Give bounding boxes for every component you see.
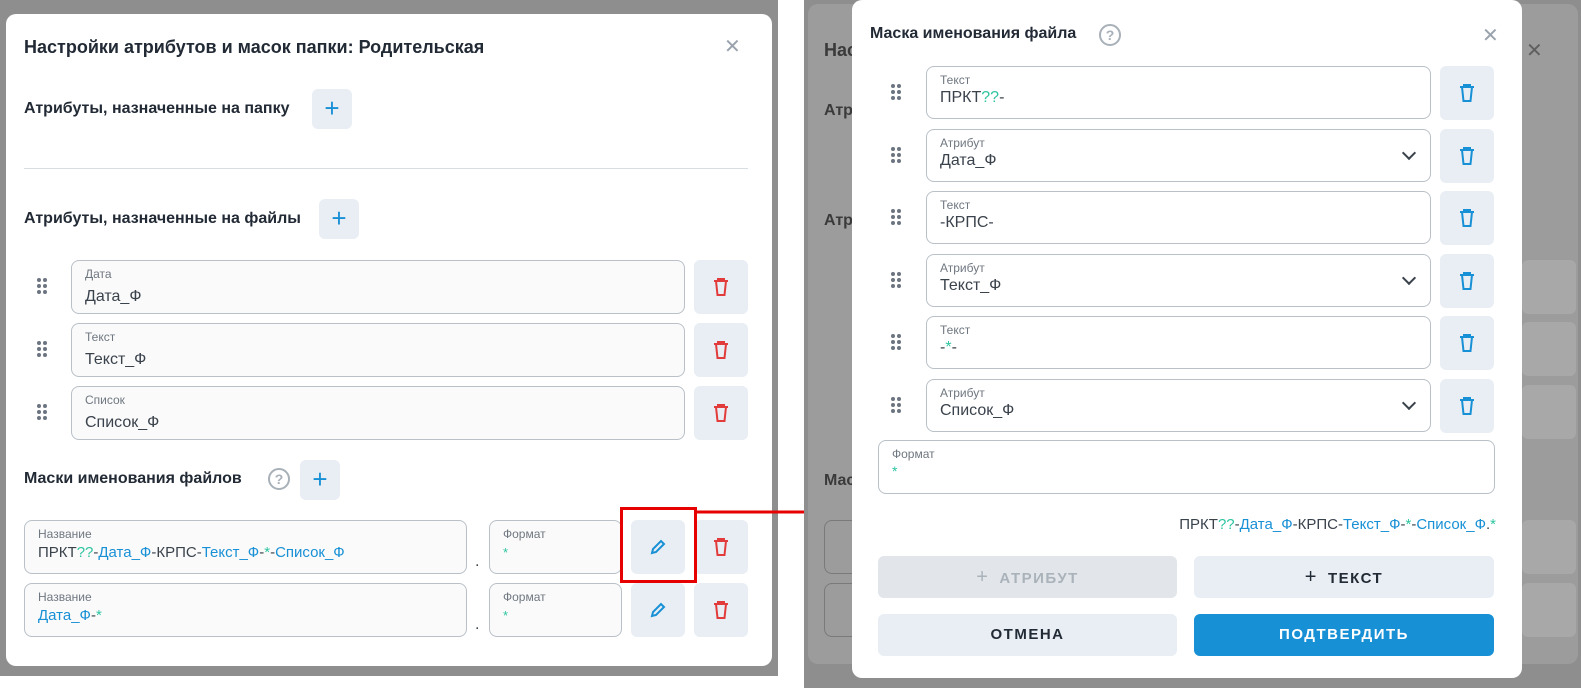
edit-mask-button[interactable] bbox=[631, 583, 685, 637]
part-value: Текст_Ф bbox=[940, 276, 1002, 294]
part-type-label: Атрибут bbox=[940, 260, 985, 275]
attr-value: Список_Ф bbox=[85, 414, 160, 431]
delete-part-button[interactable] bbox=[1440, 191, 1494, 245]
part-value: -*- bbox=[940, 339, 957, 356]
dot-separator: . bbox=[475, 553, 480, 570]
dialog-title: Настройки атрибутов и масок папки: Родит… bbox=[24, 37, 485, 57]
help-icon[interactable]: ? bbox=[1099, 24, 1121, 46]
delete-part-button[interactable] bbox=[1440, 253, 1494, 308]
delete-part-button[interactable] bbox=[1440, 316, 1494, 370]
drag-handle-icon[interactable] bbox=[890, 83, 904, 103]
add-mask-button[interactable]: + bbox=[300, 460, 340, 500]
mask-name-label: Название bbox=[38, 590, 92, 604]
chevron-down-icon[interactable] bbox=[1401, 395, 1417, 410]
mask-name-field[interactable]: Название Дата_Ф-* bbox=[24, 583, 467, 637]
help-icon[interactable]: ? bbox=[268, 468, 290, 490]
mask-part-field[interactable]: Атрибут Дата_Ф bbox=[926, 128, 1431, 182]
delete-attr-button[interactable] bbox=[694, 260, 748, 314]
mask-name-value: Дата_Ф-* bbox=[38, 607, 102, 624]
file-attr-field[interactable]: Список Список_Ф bbox=[71, 386, 685, 440]
mask-preview: ПРКТ??-Дата_Ф-КРПС-Текст_Ф-*-Список_Ф.* bbox=[1179, 516, 1496, 533]
add-attribute-button[interactable]: + АТРИБУТ bbox=[878, 556, 1177, 598]
attr-type-label: Текст bbox=[85, 330, 116, 344]
mask-format-label: Формат bbox=[503, 590, 546, 604]
attr-value: Текст_Ф bbox=[85, 351, 147, 368]
delete-mask-button[interactable] bbox=[694, 583, 748, 637]
drag-handle-icon[interactable] bbox=[36, 277, 50, 297]
drag-handle-icon[interactable] bbox=[890, 271, 904, 291]
attr-value: Дата_Ф bbox=[85, 288, 142, 305]
drag-handle-icon[interactable] bbox=[890, 146, 904, 166]
mask-part-field[interactable]: Текст -КРПС- bbox=[926, 191, 1431, 244]
chevron-down-icon[interactable] bbox=[1401, 145, 1417, 160]
part-type-label: Атрибут bbox=[940, 135, 985, 150]
part-type-label: Текст bbox=[940, 73, 971, 87]
format-field[interactable]: Формат * bbox=[878, 440, 1495, 494]
mask-format-field[interactable]: Формат * bbox=[489, 520, 622, 574]
folder-attrs-heading: Атрибуты, назначенные на папку bbox=[24, 100, 290, 117]
trash-icon bbox=[1458, 209, 1476, 232]
close-icon[interactable]: ✕ bbox=[724, 34, 741, 59]
delete-part-button[interactable] bbox=[1440, 128, 1494, 183]
trash-icon bbox=[712, 341, 730, 364]
trash-icon bbox=[712, 601, 730, 624]
file-attr-field[interactable]: Дата Дата_Ф bbox=[71, 260, 685, 314]
mask-name-field[interactable]: Название ПРКТ??-Дата_Ф-КРПС-Текст_Ф-*-Сп… bbox=[24, 520, 467, 574]
add-file-attr-button[interactable]: + bbox=[319, 199, 359, 239]
mask-format-value: * bbox=[503, 608, 509, 623]
pencil-icon bbox=[649, 602, 667, 623]
trash-icon bbox=[1458, 271, 1476, 295]
mask-name-value: ПРКТ??-Дата_Ф-КРПС-Текст_Ф-*-Список_Ф bbox=[38, 544, 345, 561]
mask-part-field[interactable]: Текст ПРКТ??- bbox=[926, 66, 1431, 119]
delete-part-button[interactable] bbox=[1440, 66, 1494, 120]
delete-attr-button[interactable] bbox=[694, 386, 748, 440]
mask-format-field[interactable]: Формат * bbox=[489, 583, 622, 637]
attr-type-label: Дата bbox=[85, 267, 112, 281]
attr-type-label: Список bbox=[85, 393, 125, 407]
trash-icon bbox=[712, 278, 730, 301]
drag-handle-icon[interactable] bbox=[36, 340, 50, 360]
delete-part-button[interactable] bbox=[1440, 378, 1494, 433]
drag-handle-icon[interactable] bbox=[890, 208, 904, 228]
trash-icon bbox=[1458, 146, 1476, 170]
drag-handle-icon[interactable] bbox=[890, 333, 904, 353]
part-type-label: Текст bbox=[940, 198, 971, 212]
divider bbox=[24, 168, 748, 169]
dot-separator: . bbox=[475, 616, 480, 633]
chevron-down-icon[interactable] bbox=[1401, 270, 1417, 285]
close-icon[interactable]: ✕ bbox=[1482, 23, 1499, 48]
cancel-button[interactable]: ОТМЕНА bbox=[878, 614, 1177, 656]
format-value: * bbox=[892, 463, 898, 479]
trash-icon bbox=[712, 538, 730, 561]
part-type-label: Атрибут bbox=[940, 385, 985, 400]
trash-icon bbox=[1458, 396, 1476, 420]
mask-name-label: Название bbox=[38, 527, 92, 541]
add-folder-attr-button[interactable]: + bbox=[312, 89, 352, 129]
file-attr-field[interactable]: Текст Текст_Ф bbox=[71, 323, 685, 377]
confirm-button[interactable]: ПОДТВЕРДИТЬ bbox=[1194, 614, 1494, 656]
delete-attr-button[interactable] bbox=[694, 323, 748, 377]
drag-handle-icon[interactable] bbox=[36, 403, 50, 423]
trash-icon bbox=[1458, 334, 1476, 357]
highlight-box bbox=[620, 507, 697, 583]
file-attrs-heading: Атрибуты, назначенные на файлы bbox=[24, 210, 301, 227]
part-value: Дата_Ф bbox=[940, 151, 997, 169]
mask-part-field[interactable]: Атрибут Список_Ф bbox=[926, 378, 1431, 432]
mask-editor-dialog: Маска именования файла ? ✕ Текст ПРКТ??-… bbox=[852, 0, 1522, 678]
format-label: Формат bbox=[892, 447, 935, 461]
mask-part-field[interactable]: Атрибут Текст_Ф bbox=[926, 253, 1431, 307]
trash-icon bbox=[712, 404, 730, 427]
part-type-label: Текст bbox=[940, 323, 971, 337]
mask-format-label: Формат bbox=[503, 527, 546, 541]
trash-icon bbox=[1458, 84, 1476, 107]
part-value: ПРКТ??- bbox=[940, 89, 1005, 106]
mask-format-value: * bbox=[503, 545, 509, 560]
part-value: Список_Ф bbox=[940, 401, 1015, 419]
mask-dialog-title: Маска именования файла bbox=[870, 25, 1077, 42]
mask-part-field[interactable]: Текст -*- bbox=[926, 316, 1431, 369]
part-value: -КРПС- bbox=[940, 214, 994, 231]
masks-heading: Маски именования файлов bbox=[24, 470, 242, 487]
add-text-button[interactable]: + ТЕКСТ bbox=[1194, 556, 1494, 598]
drag-handle-icon[interactable] bbox=[890, 396, 904, 416]
